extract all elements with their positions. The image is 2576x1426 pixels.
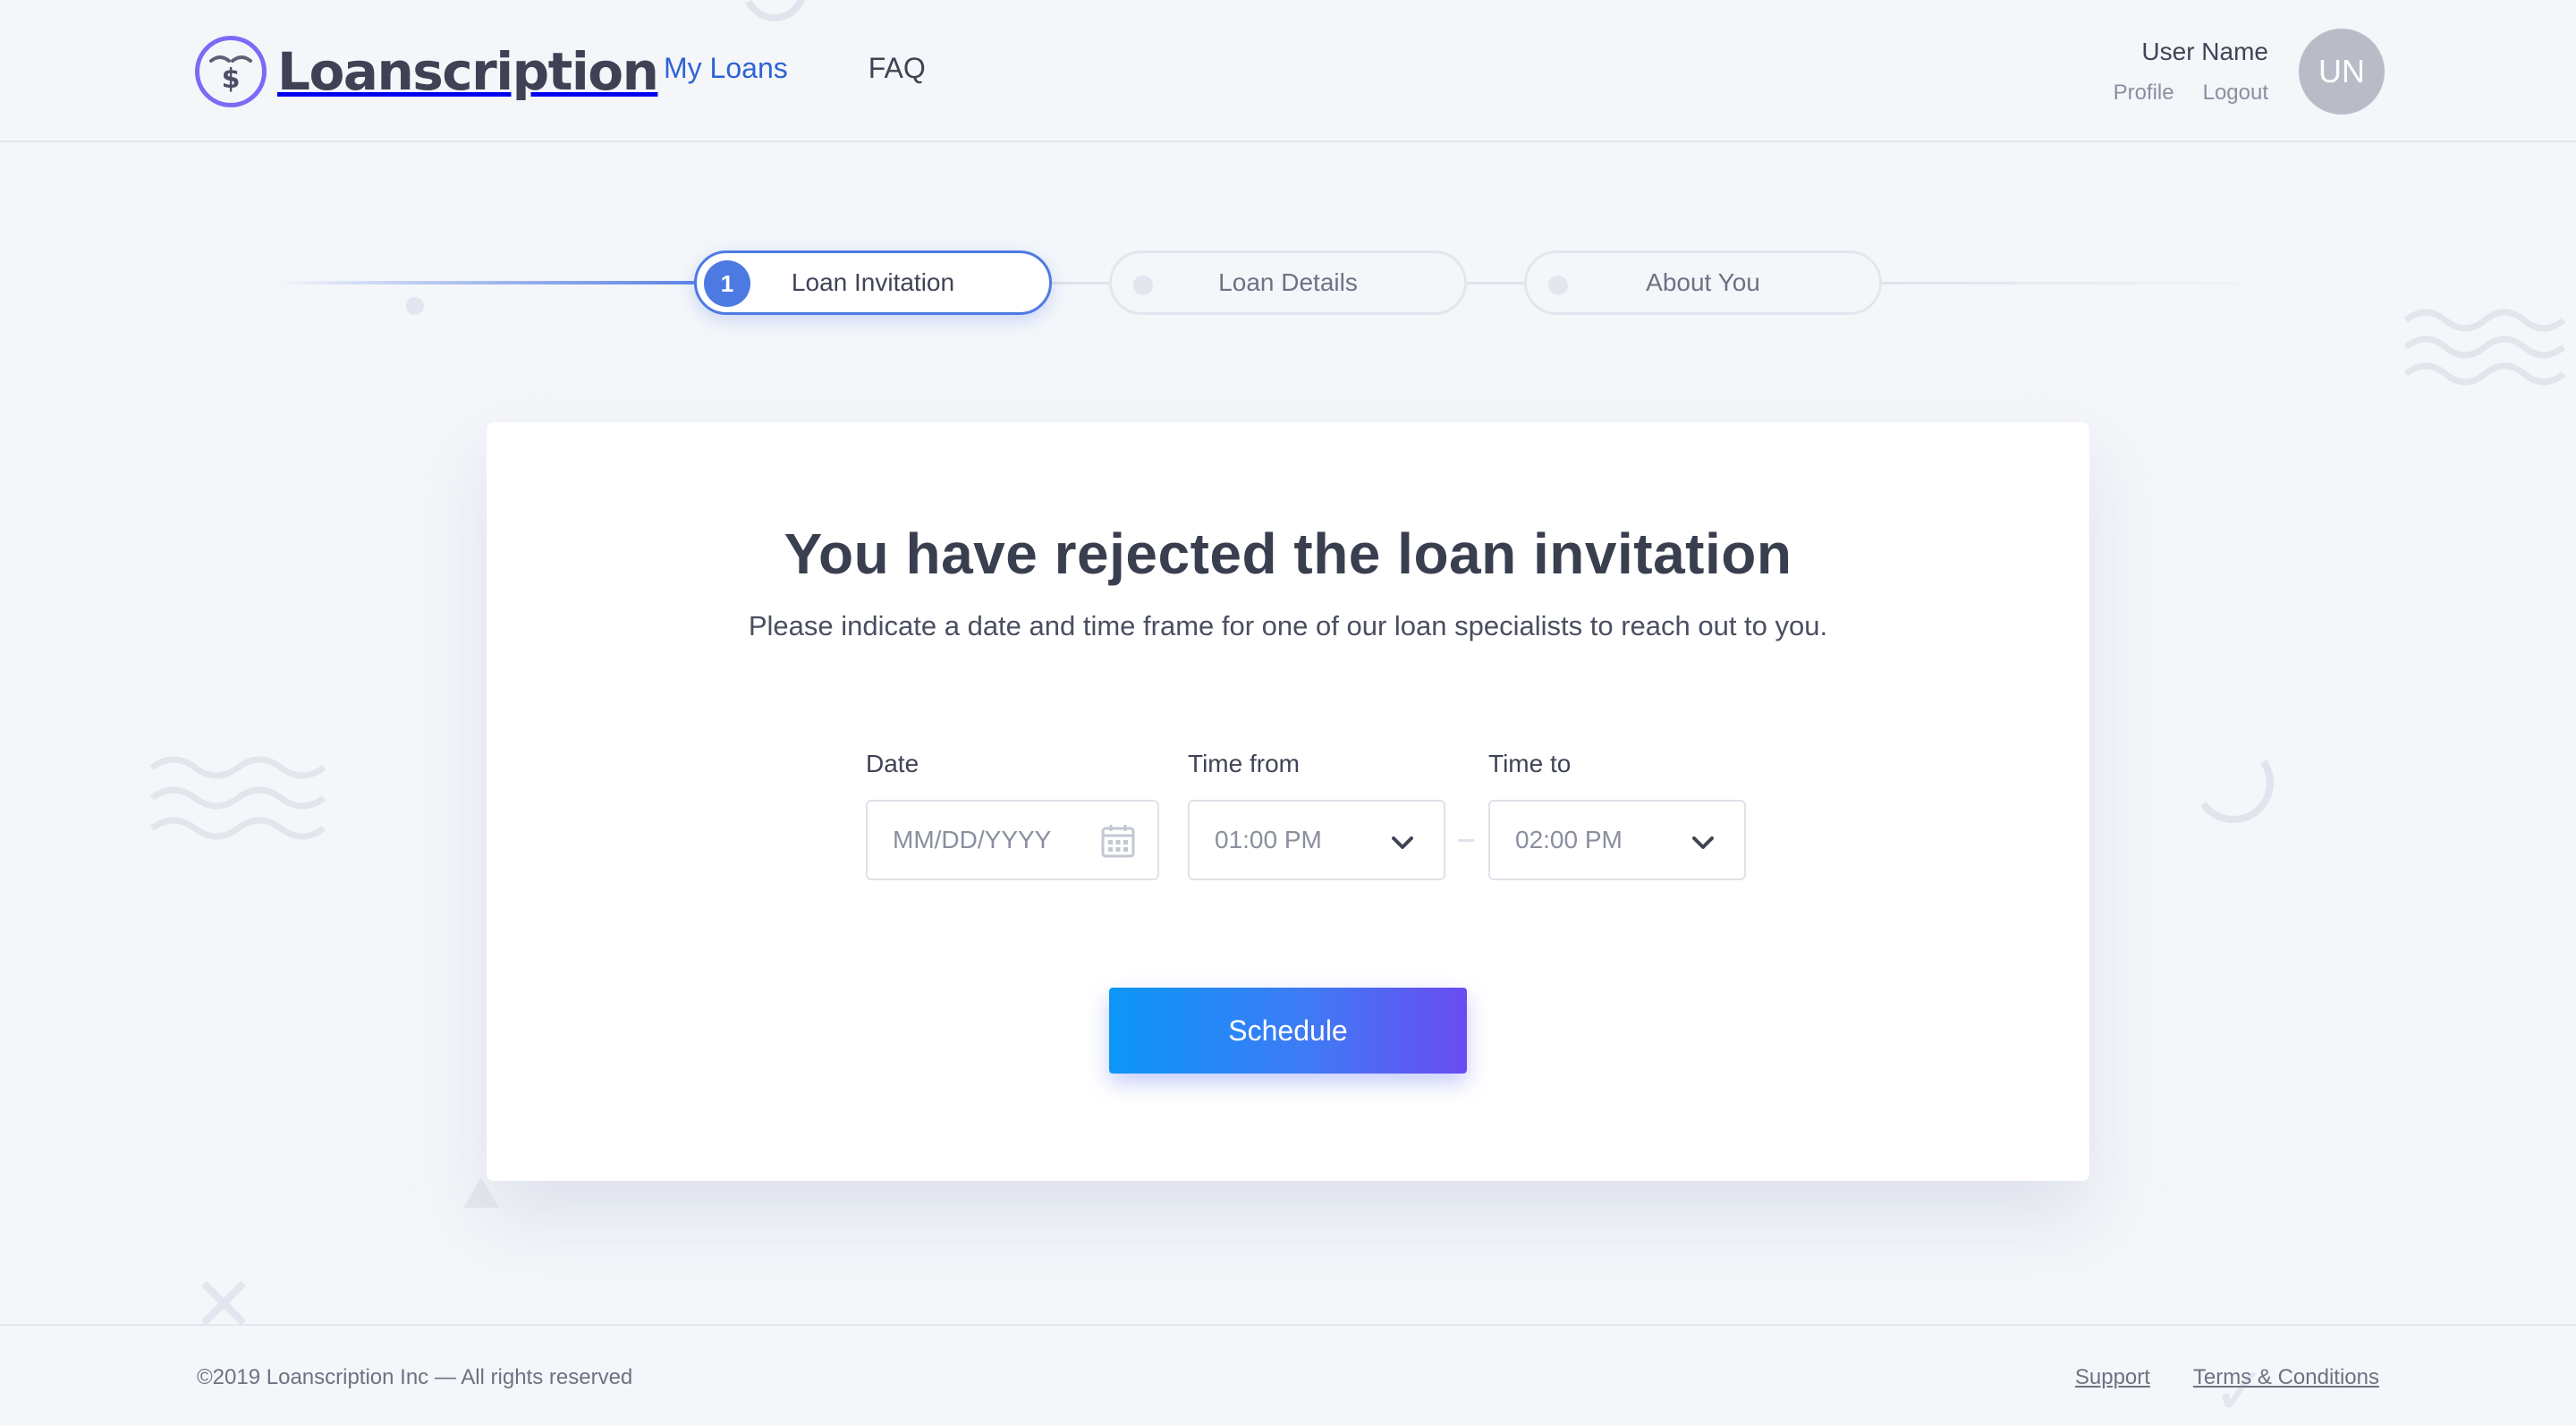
page-title: You have rejected the loan invitation bbox=[784, 522, 1792, 586]
svg-text:$: $ bbox=[222, 64, 241, 95]
decorative-ring bbox=[2186, 735, 2281, 830]
time-to-select[interactable]: 02:00 PM bbox=[1488, 800, 1746, 880]
date-label: Date bbox=[866, 750, 919, 777]
time-from-select[interactable]: 01:00 PM bbox=[1188, 800, 1445, 880]
progress-stepper: 1 Loan Invitation Loan Details About You bbox=[277, 250, 2299, 315]
stepper-track-progress bbox=[277, 281, 698, 284]
footer-links: Support Terms & Conditions bbox=[2075, 1365, 2379, 1390]
top-header: $ Loanscription My Loans FAQ User Name P… bbox=[0, 0, 2576, 142]
step-label: Loan Details bbox=[1218, 268, 1358, 296]
step-loan-details[interactable]: Loan Details bbox=[1109, 250, 1467, 315]
time-to-label: Time to bbox=[1488, 750, 1572, 777]
step-loan-invitation[interactable]: 1 Loan Invitation bbox=[694, 250, 1052, 315]
time-from-value: 01:00 PM bbox=[1215, 826, 1322, 853]
avatar[interactable]: UN bbox=[2299, 29, 2385, 115]
user-info: User Name Profile Logout bbox=[2114, 38, 2268, 106]
time-from-label: Time from bbox=[1188, 750, 1300, 777]
chevron-down-icon bbox=[1390, 830, 1415, 859]
step-dot bbox=[1133, 276, 1153, 295]
profile-link[interactable]: Profile bbox=[2114, 81, 2174, 106]
time-range-separator bbox=[1458, 839, 1474, 842]
decorative-wave-icon bbox=[149, 756, 326, 840]
step-label: About You bbox=[1646, 268, 1760, 296]
logo[interactable]: $ Loanscription bbox=[195, 34, 659, 109]
logo-text: Loanscription bbox=[277, 41, 659, 102]
step-label: Loan Invitation bbox=[791, 268, 955, 296]
terms-link[interactable]: Terms & Conditions bbox=[2193, 1365, 2379, 1390]
user-links: Profile Logout bbox=[2114, 81, 2268, 106]
calendar-icon[interactable] bbox=[1100, 823, 1136, 865]
date-input[interactable] bbox=[893, 826, 1089, 854]
step-about-you[interactable]: About You bbox=[1524, 250, 1882, 315]
user-menu: User Name Profile Logout UN bbox=[2114, 29, 2385, 115]
decorative-wave-icon bbox=[2403, 309, 2566, 386]
page-subtitle: Please indicate a date and time frame fo… bbox=[748, 610, 1828, 641]
logout-link[interactable]: Logout bbox=[2203, 81, 2268, 106]
step-dot bbox=[1548, 276, 1568, 295]
step-number-badge: 1 bbox=[704, 260, 750, 307]
caduceus-dollar-icon: $ bbox=[195, 36, 267, 107]
support-link[interactable]: Support bbox=[2075, 1365, 2150, 1390]
date-field[interactable] bbox=[866, 800, 1159, 880]
nav-my-loans[interactable]: My Loans bbox=[664, 52, 788, 85]
decorative-triangle bbox=[463, 1177, 499, 1208]
user-name: User Name bbox=[2141, 38, 2268, 65]
footer: ©2019 Loanscription Inc — All rights res… bbox=[0, 1324, 2576, 1426]
main-nav: My Loans FAQ bbox=[664, 52, 926, 85]
schedule-card: You have rejected the loan invitation Pl… bbox=[487, 422, 2089, 1181]
copyright-text: ©2019 Loanscription Inc — All rights res… bbox=[197, 1365, 633, 1389]
chevron-down-icon bbox=[1690, 830, 1716, 859]
time-to-value: 02:00 PM bbox=[1515, 826, 1623, 853]
nav-faq[interactable]: FAQ bbox=[869, 52, 926, 85]
schedule-button[interactable]: Schedule bbox=[1109, 988, 1467, 1074]
